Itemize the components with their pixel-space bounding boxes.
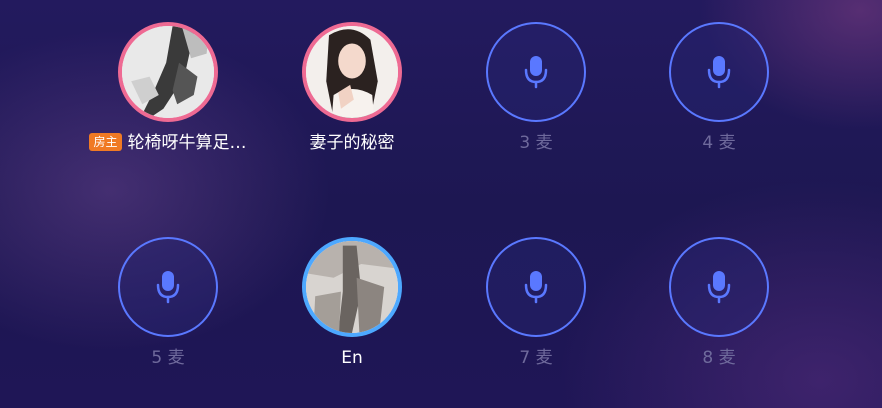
seat-label: 3 麦 [519, 133, 553, 153]
avatar-image [122, 26, 214, 118]
mic-seat-2[interactable]: 妻子的秘密 [252, 22, 452, 182]
empty-seat-button[interactable] [118, 237, 218, 337]
seat-label: 7 麦 [519, 348, 553, 368]
seat-label: 房主 轮椅呀牛算足… [68, 132, 268, 154]
seat-name: 轮椅呀牛算足… [127, 133, 247, 153]
seat-label: 8 麦 [702, 348, 736, 368]
avatar-image [306, 26, 398, 118]
mic-seat-8[interactable]: 8 麦 [619, 237, 819, 397]
avatar[interactable] [302, 237, 402, 337]
avatar[interactable] [118, 22, 218, 122]
mic-seat-6[interactable]: En [252, 237, 452, 397]
mic-seat-7[interactable]: 7 麦 [436, 237, 636, 397]
seat-label: 5 麦 [151, 348, 185, 368]
mic-seat-3[interactable]: 3 麦 [436, 22, 636, 182]
microphone-icon [707, 271, 731, 304]
microphone-icon [707, 56, 731, 89]
avatar-image [306, 241, 398, 333]
empty-seat-button[interactable] [669, 22, 769, 122]
avatar[interactable] [302, 22, 402, 122]
microphone-icon [156, 271, 180, 304]
seat-name: 妻子的秘密 [309, 133, 395, 153]
seat-label: 4 麦 [702, 133, 736, 153]
mic-seat-1[interactable]: 房主 轮椅呀牛算足… [68, 22, 268, 182]
microphone-icon [524, 271, 548, 304]
microphone-icon [524, 56, 548, 89]
empty-seat-button[interactable] [486, 22, 586, 122]
empty-seat-button[interactable] [486, 237, 586, 337]
mic-seat-5[interactable]: 5 麦 [68, 237, 268, 397]
mic-seat-4[interactable]: 4 麦 [619, 22, 819, 182]
seat-name: En [341, 348, 363, 368]
host-badge: 房主 [89, 133, 122, 151]
empty-seat-button[interactable] [669, 237, 769, 337]
mic-seat-grid: 房主 轮椅呀牛算足… 妻子的秘密 3 麦 4 麦 5 麦 En 7 麦 8 麦 [0, 0, 882, 408]
